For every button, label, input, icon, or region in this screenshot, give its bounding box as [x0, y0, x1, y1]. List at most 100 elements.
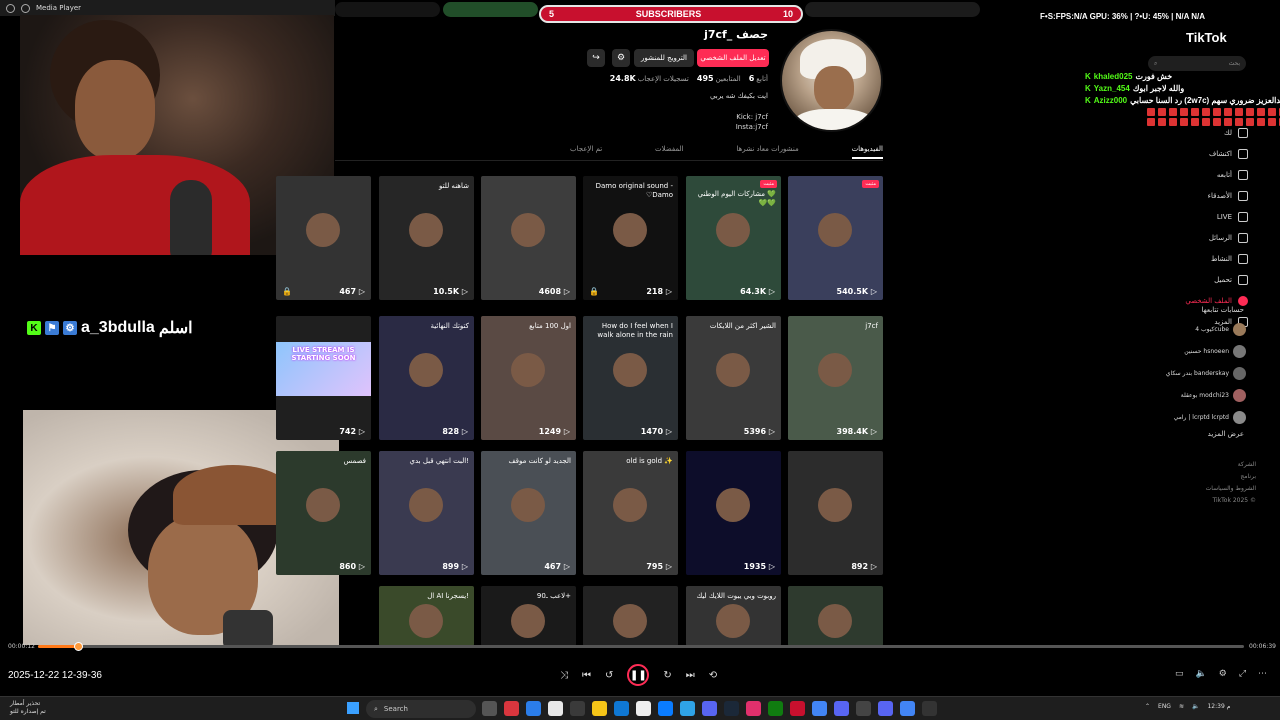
following-account[interactable]: كيوب 4cube	[1150, 318, 1246, 340]
app-icon[interactable]	[570, 701, 585, 716]
footer-link[interactable]: الشروط والسياسات	[1160, 483, 1256, 495]
steam-icon[interactable]	[724, 701, 739, 716]
video-tile[interactable]: البت انتهي قبل بدي! 899 ▷	[379, 451, 474, 575]
xbox-icon[interactable]	[768, 701, 783, 716]
app-icon[interactable]	[922, 701, 937, 716]
clock[interactable]: 12:39 م	[1207, 703, 1230, 710]
video-tile[interactable]	[583, 586, 678, 646]
discord-icon[interactable]	[878, 701, 893, 716]
folder-icon[interactable]	[592, 701, 607, 716]
volume-icon[interactable]: 🔈	[1196, 669, 1207, 679]
video-tile[interactable]: Damo original sound - ♡Damo 🔒 218 ▷	[583, 176, 678, 300]
video-tile[interactable]: الشير اكثر من اللايكات 5396 ▷	[686, 316, 781, 440]
start-button[interactable]	[347, 702, 359, 714]
video-tile[interactable]: اول 100 متابع 1249 ▷	[481, 316, 576, 440]
followers-stat[interactable]: 495 المتابعين	[697, 74, 741, 83]
video-tile[interactable]: 1935 ▷	[686, 451, 781, 575]
video-tile[interactable]: فصمس 860 ▷	[276, 451, 371, 575]
video-tile[interactable]: old is gold ✨ 795 ▷	[583, 451, 678, 575]
video-tile[interactable]: روبوت وبي يبوت اللايك ليك	[686, 586, 781, 646]
tab-reposts[interactable]: منشورات معاد نشرها	[736, 145, 798, 159]
following-account[interactable]: رامي | lcrptd lcrptd	[1150, 406, 1246, 428]
profile-avatar[interactable]	[780, 29, 883, 132]
tab-liked[interactable]: تم الإعجاب	[570, 145, 602, 159]
share-icon[interactable]: ↪	[587, 49, 605, 67]
chevron-up-icon[interactable]: ⌃	[1145, 703, 1150, 710]
app-icon[interactable]	[702, 701, 717, 716]
see-more-link[interactable]: عرض المزيد	[1150, 430, 1244, 438]
performance-stats: F•S:FPS:N/A GPU: 36% | ?•U: 45% | N/A N/…	[1040, 12, 1206, 21]
sidebar-nav-item[interactable]: الرسائل	[1150, 227, 1248, 248]
video-tile[interactable]: 892 ▷	[788, 451, 883, 575]
following-account[interactable]: بوعقلة modchi23	[1150, 384, 1246, 406]
next-icon[interactable]: ⏭	[686, 670, 695, 681]
tiktok-logo[interactable]: TikTok	[1186, 30, 1227, 45]
windows-taskbar: تحذير أمطار تم إصداره للتو ⌕ Search ⌃ EN…	[0, 696, 1280, 720]
fullscreen-icon[interactable]: ⤢	[1239, 669, 1246, 679]
video-tile[interactable]: مثبت مشاركات اليوم الوطني 💚💚💚 64.3K ▷	[686, 176, 781, 300]
miniplayer-icon[interactable]: ▭	[1175, 669, 1184, 679]
mail-icon[interactable]	[614, 701, 629, 716]
wifi-icon[interactable]: ≋	[1179, 703, 1184, 710]
chrome-icon[interactable]	[900, 701, 915, 716]
tab-videos[interactable]: الفيديوهات	[851, 145, 883, 159]
sidebar-nav-item[interactable]: اكتشاف	[1150, 143, 1248, 164]
tab-favorites[interactable]: المفضلات	[655, 145, 684, 159]
seek-bar[interactable]	[38, 645, 1244, 648]
video-tile[interactable]	[788, 586, 883, 646]
app-icon[interactable]	[856, 701, 871, 716]
video-tile[interactable]: 🔒 467 ▷	[276, 176, 371, 300]
following-account[interactable]: بندر سكاي banderskay	[1150, 362, 1246, 384]
app-icon[interactable]	[526, 701, 541, 716]
discord-icon[interactable]	[834, 701, 849, 716]
sidebar-nav-item[interactable]: النشاط	[1150, 248, 1248, 269]
volume-icon[interactable]: 🔈	[1192, 703, 1199, 710]
video-tile[interactable]: 4608 ▷	[481, 176, 576, 300]
repeat-icon[interactable]: ⟲	[709, 670, 717, 681]
following-stat[interactable]: 6 أتابع	[749, 74, 768, 83]
app-icon[interactable]	[548, 701, 563, 716]
task-view-icon[interactable]	[482, 701, 497, 716]
following-account[interactable]: حسنين hsnoeen	[1150, 340, 1246, 362]
video-tile[interactable]: كتوتك النهائية 828 ▷	[379, 316, 474, 440]
edit-profile-button[interactable]: تعديل الملف الشخصي	[697, 49, 769, 67]
footer-link[interactable]: برنامج	[1160, 471, 1256, 483]
sidebar-nav-item[interactable]: تحميل	[1150, 269, 1248, 290]
previous-icon[interactable]: ⏮	[582, 670, 591, 681]
streamer-greeting: اسلم	[158, 320, 193, 337]
app-icon[interactable]	[790, 701, 805, 716]
sidebar-nav-item[interactable]: أتابعه	[1150, 164, 1248, 185]
video-tile[interactable]: لاعب ـ90+	[481, 586, 576, 646]
settings-icon[interactable]	[6, 3, 15, 13]
sidebar-nav-item[interactable]: الأصدقاء	[1150, 185, 1248, 206]
app-icon[interactable]	[636, 701, 651, 716]
pause-button[interactable]: ❚❚	[627, 664, 650, 686]
instagram-icon[interactable]	[746, 701, 761, 716]
weather-widget[interactable]: تحذير أمطار تم إصداره للتو	[10, 700, 46, 716]
settings-icon[interactable]: ⚙	[1219, 669, 1227, 679]
shuffle-icon[interactable]: ⤨	[560, 670, 568, 681]
sidebar-nav-item[interactable]: LIVE	[1150, 206, 1248, 227]
app-icon[interactable]	[504, 701, 519, 716]
chrome-icon[interactable]	[812, 701, 827, 716]
video-tile[interactable]: الجديد لو كانت موقف 467 ▷	[481, 451, 576, 575]
video-tile[interactable]: مثبت 540.5K ▷	[788, 176, 883, 300]
edge-icon[interactable]	[658, 701, 673, 716]
rewind-icon[interactable]: ↺	[605, 670, 613, 681]
video-tile[interactable]: ال AI يسجرنا!	[379, 586, 474, 646]
forward-icon[interactable]: ↻	[663, 670, 671, 681]
seek-handle[interactable]	[74, 642, 83, 651]
kick-icon: K	[1085, 71, 1091, 81]
language-indicator[interactable]: ENG	[1158, 703, 1171, 710]
promote-button[interactable]: الترويج للمنشور	[634, 49, 694, 67]
video-tile[interactable]: How do I feel when I walk alone in the r…	[583, 316, 678, 440]
app-icon[interactable]	[680, 701, 695, 716]
more-icon[interactable]: ⋯	[1258, 669, 1267, 679]
taskbar-search[interactable]: ⌕ Search	[366, 700, 476, 718]
settings-icon[interactable]: ⚙	[612, 49, 630, 67]
search-input[interactable]: ⌕ بحث	[1148, 56, 1246, 71]
video-tile[interactable]: j7cf 398.4K ▷	[788, 316, 883, 440]
video-tile[interactable]: شاهنه للتو 10.5K ▷	[379, 176, 474, 300]
footer-link[interactable]: TikTok 2025 ©	[1160, 495, 1257, 507]
footer-link[interactable]: الشركة	[1160, 459, 1256, 471]
